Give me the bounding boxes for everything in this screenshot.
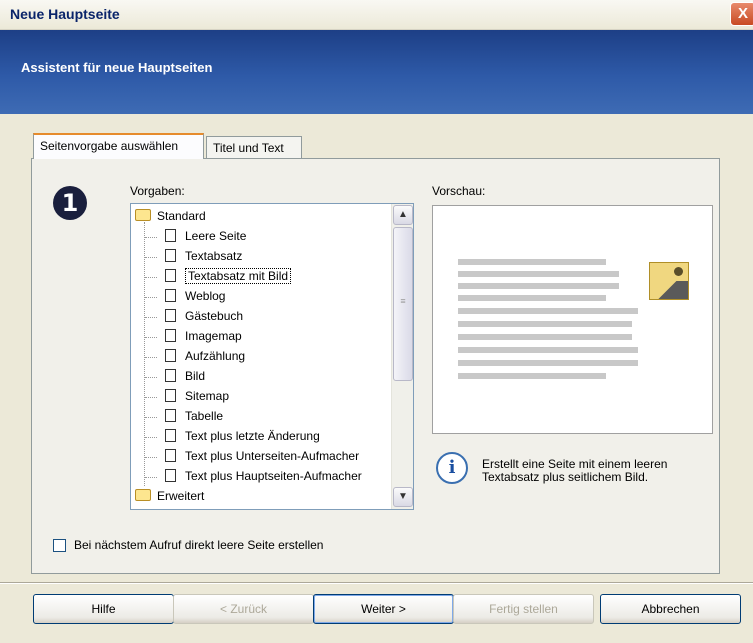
tree-item-label: Text plus letzte Änderung (185, 429, 320, 443)
page-icon (165, 409, 176, 422)
page-icon (165, 329, 176, 342)
tree-item[interactable]: Leere Seite (165, 226, 246, 246)
page-icon (165, 349, 176, 362)
preview-image-icon (649, 262, 689, 300)
tree-item-label: Aufzählung (185, 349, 246, 363)
banner-title: Assistent für neue Hauptseiten (21, 60, 213, 75)
page-icon (165, 469, 176, 482)
tree-item-label: Leere Seite (185, 229, 247, 243)
folder-icon (135, 209, 151, 221)
scroll-down-icon[interactable]: ▼ (393, 487, 413, 507)
preview-text-line (458, 347, 638, 353)
preview-text-line (458, 271, 619, 277)
tab-seitenvorgabe[interactable]: Seitenvorgabe auswählen (33, 133, 204, 159)
tree-folder-standard[interactable]: Standard (135, 206, 206, 226)
info-icon: i (436, 452, 468, 484)
help-button[interactable]: Hilfe (33, 594, 174, 624)
tree-item[interactable]: Aufzählung (165, 346, 245, 366)
folder-label: Standard (157, 209, 206, 223)
close-icon: X (737, 5, 748, 22)
vorgaben-tree[interactable]: Standard Leere Seite Textabsatz Textabsa… (130, 203, 414, 510)
tree-item[interactable]: Sitemap (165, 386, 229, 406)
preview-text-line (458, 373, 606, 379)
tree-item-label: Sitemap (185, 389, 230, 403)
tree-item-label: Weblog (185, 289, 226, 303)
tree-item[interactable]: Text plus Hauptseiten-Aufmacher (165, 466, 362, 486)
preview-text-line (458, 321, 632, 327)
preview-text-line (458, 283, 619, 289)
tree-item[interactable]: Textabsatz (165, 246, 242, 266)
step-number-icon: 1 (53, 186, 87, 220)
tree-item[interactable]: Weblog (165, 286, 225, 306)
separator (0, 582, 753, 584)
leere-seite-checkbox[interactable] (53, 539, 66, 552)
tab-titel-und-text[interactable]: Titel und Text (206, 136, 302, 160)
tree-item-label: Text plus Hauptseiten-Aufmacher (185, 469, 362, 483)
scroll-up-icon[interactable]: ▲ (393, 205, 413, 225)
back-button[interactable]: < Zurück (173, 594, 314, 624)
close-button[interactable]: X (730, 2, 753, 26)
window-title: Neue Hauptseite (10, 6, 120, 22)
page-icon (165, 429, 176, 442)
cancel-button[interactable]: Abbrechen (600, 594, 741, 624)
tree-item[interactable]: Text plus Unterseiten-Aufmacher (165, 446, 359, 466)
tree-item-label: Bild (185, 369, 206, 383)
preview-text-line (458, 308, 638, 314)
tree-item-label: Text plus Unterseiten-Aufmacher (185, 449, 360, 463)
page-icon (165, 309, 176, 322)
tree-item-label: Imagemap (185, 329, 242, 343)
tree-item-label: Gästebuch (185, 309, 244, 323)
tree-folder-erweitert[interactable]: Erweitert (135, 486, 204, 506)
tree-item-selected[interactable]: Textabsatz mit Bild (165, 266, 292, 286)
preview-text-line (458, 360, 638, 366)
page-icon (165, 229, 176, 242)
tree-item-label: Tabelle (185, 409, 224, 423)
page-icon (165, 389, 176, 402)
wizard-banner: Assistent für neue Hauptseiten (0, 30, 753, 114)
tree-item[interactable]: Tabelle (165, 406, 223, 426)
tree-connector (144, 222, 145, 486)
checkbox-label[interactable]: Bei nächstem Aufruf direkt leere Seite e… (74, 538, 323, 552)
page-icon (165, 249, 176, 262)
vorgaben-label: Vorgaben: (130, 184, 185, 198)
preview-text-line (458, 334, 632, 340)
tree-scrollbar[interactable]: ▲ ≡ ▼ (391, 204, 413, 509)
tree-item[interactable]: Imagemap (165, 326, 242, 346)
preview-text-line (458, 259, 606, 265)
folder-icon (135, 489, 151, 501)
vorschau-label: Vorschau: (432, 184, 486, 198)
next-button[interactable]: Weiter > (313, 594, 454, 624)
tree-item-label: Textabsatz (185, 249, 243, 263)
preview-pane (432, 205, 713, 434)
preview-text-line (458, 295, 606, 301)
tree-item-label: Textabsatz mit Bild (185, 268, 292, 284)
tree-item[interactable]: Text plus letzte Änderung (165, 426, 320, 446)
page-icon (165, 449, 176, 462)
title-bar: Neue Hauptseite X (0, 0, 753, 30)
scroll-thumb[interactable]: ≡ (393, 227, 413, 381)
page-icon (165, 269, 176, 282)
page-icon (165, 289, 176, 302)
folder-label: Erweitert (157, 489, 205, 503)
tree-item[interactable]: Bild (165, 366, 205, 386)
page-icon (165, 369, 176, 382)
template-description: Erstellt eine Seite mit einem leeren Tex… (482, 457, 668, 484)
tree-item[interactable]: Gästebuch (165, 306, 243, 326)
finish-button[interactable]: Fertig stellen (453, 594, 594, 624)
